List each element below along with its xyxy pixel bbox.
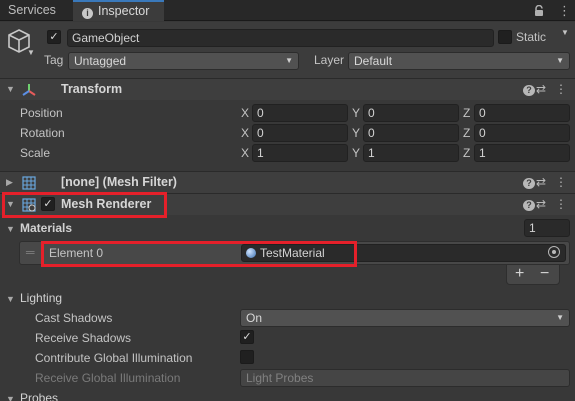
layer-label: Layer [314,53,345,67]
position-label: Position [20,106,63,120]
chevron-down-icon[interactable]: ▼ [27,48,35,57]
scale-y-field[interactable]: 1 [363,144,459,162]
info-icon: i [82,8,93,19]
transform-icon [22,84,36,96]
receive-shadows-checkbox[interactable]: ✓ [240,330,254,344]
component-toolbar: ? ⇄ ⋮ [507,175,567,189]
rotation-y-field[interactable]: 0 [363,124,459,142]
axis-x-label: X [241,106,250,120]
component-menu-icon[interactable]: ⋮ [555,82,567,96]
list-footer: + − [506,265,560,285]
drag-handle-icon[interactable]: ═ [26,245,35,259]
tab-services-label: Services [8,3,56,17]
foldout-icon[interactable]: ▶ [6,177,13,188]
axis-y-label: Y [352,146,361,160]
transform-title: Transform [61,82,123,96]
rotation-label: Rotation [20,126,65,140]
rotation-z-field[interactable]: 0 [474,124,570,142]
remove-element-button[interactable]: − [540,265,549,283]
foldout-icon[interactable]: ▼ [6,224,15,234]
probes-label: Probes [20,391,59,401]
axis-x-label: X [241,146,250,160]
foldout-icon[interactable]: ▼ [6,84,15,94]
gameobject-name-field[interactable]: GameObject [67,29,494,47]
position-x-field[interactable]: 0 [252,104,348,122]
help-icon[interactable]: ? [515,82,535,96]
contribute-gi-checkbox[interactable] [240,350,254,364]
tag-dropdown[interactable]: Untagged ▼ [68,52,299,70]
contribute-gi-label: Contribute Global Illumination [35,351,193,365]
mesh-filter-title: [none] (Mesh Filter) [61,175,177,189]
menu-icon[interactable]: ⋮ [558,0,571,21]
tab-inspector-label: Inspector [98,4,150,18]
preset-icon[interactable]: ⇄ [535,197,547,211]
position-z-field[interactable]: 0 [474,104,570,122]
tag-label: Tag [44,53,64,67]
tab-bar: Services i Inspector ⋮ [0,0,575,21]
preset-icon[interactable]: ⇄ [535,82,547,96]
lock-icon[interactable] [534,0,544,21]
axis-y-label: Y [352,106,361,120]
add-element-button[interactable]: + [515,265,524,283]
chevron-down-icon: ▼ [285,56,293,65]
help-icon[interactable]: ? [515,197,535,211]
static-label: Static [516,30,547,44]
tag-value: Untagged [74,54,127,68]
layer-value: Default [354,54,393,68]
mesh-filter-header[interactable]: ▶ [none] (Mesh Filter) ? ⇄ ⋮ [0,171,575,193]
rotation-x-field[interactable]: 0 [252,124,348,142]
foldout-icon[interactable]: ▼ [6,294,15,304]
grid-mesh-icon [22,176,36,190]
highlight-mesh-renderer [2,192,167,218]
axis-z-label: Z [463,106,471,120]
highlight-element-0 [41,241,357,267]
materials-label: Materials [20,221,73,235]
materials-size-field[interactable]: 1 [524,219,570,237]
transform-header[interactable]: ▼ Transform ? ⇄ ⋮ [0,78,575,100]
scale-label: Scale [20,146,51,160]
axis-x-label: X [241,126,250,140]
chevron-down-icon: ▼ [556,313,564,322]
layer-dropdown[interactable]: Default ▼ [348,52,570,70]
object-picker-icon[interactable] [548,246,560,258]
chevron-down-icon: ▼ [556,56,564,65]
scale-z-field[interactable]: 1 [474,144,570,162]
gameobject-header: ▼ ✓ GameObject Static ▼ Tag Untagged ▼ La… [0,22,575,78]
cast-shadows-label: Cast Shadows [35,311,113,325]
gameobject-active-checkbox[interactable]: ✓ [47,30,61,44]
axis-y-label: Y [352,126,361,140]
cast-shadows-dropdown[interactable]: On ▼ [240,309,570,327]
receive-gi-label: Receive Global Illumination [35,371,181,385]
static-checkbox[interactable] [498,30,512,44]
cast-shadows-value: On [246,311,263,325]
tab-services[interactable]: Services [0,0,73,21]
tab-inspector[interactable]: i Inspector [73,0,164,21]
position-y-field[interactable]: 0 [363,104,459,122]
receive-gi-dropdown: Light Probes [240,369,570,387]
receive-shadows-label: Receive Shadows [35,331,132,345]
preset-icon[interactable]: ⇄ [535,175,547,189]
component-menu-icon[interactable]: ⋮ [555,175,567,189]
axis-z-label: Z [463,126,471,140]
static-dropdown-icon[interactable]: ▼ [561,28,569,37]
lighting-label: Lighting [20,291,63,305]
component-toolbar: ? ⇄ ⋮ [507,197,567,211]
help-icon[interactable]: ? [515,175,535,189]
axis-z-label: Z [463,146,471,160]
component-toolbar: ? ⇄ ⋮ [507,82,567,96]
receive-gi-value: Light Probes [246,371,314,385]
scale-x-field[interactable]: 1 [252,144,348,162]
foldout-icon[interactable]: ▼ [6,394,15,401]
component-menu-icon[interactable]: ⋮ [555,197,567,211]
